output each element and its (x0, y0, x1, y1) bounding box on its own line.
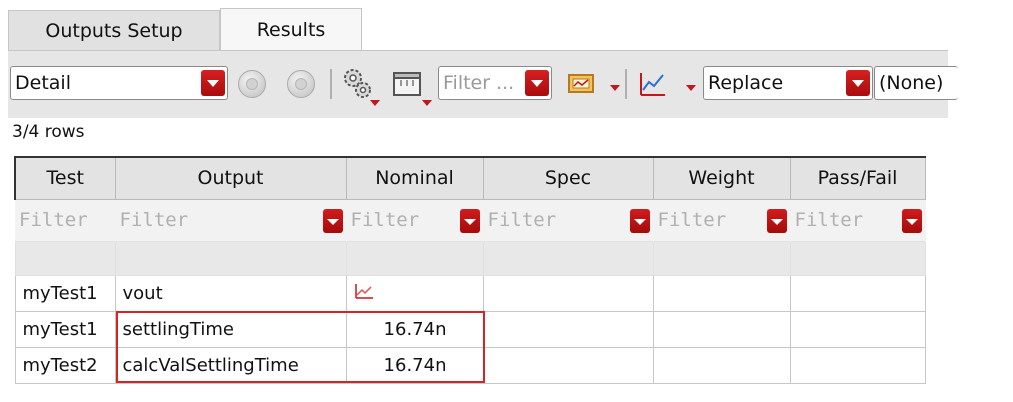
cell-weight[interactable] (652, 274, 791, 312)
chevron-down-icon[interactable] (766, 208, 787, 233)
filter-output-placeholder: Filter (119, 209, 189, 231)
chevron-down-icon[interactable] (201, 70, 225, 96)
table-row[interactable]: myTest1 vout (14, 274, 926, 312)
cell-nominal[interactable]: 16.74n (345, 310, 484, 348)
filter-spec[interactable]: Filter (483, 199, 654, 241)
filter-select[interactable]: Filter ... (438, 66, 552, 100)
table-layout-dropdown-arrow[interactable] (422, 100, 432, 106)
table-layout-icon[interactable] (388, 64, 432, 106)
filter-weight[interactable]: Filter (653, 199, 791, 241)
filter-nominal-placeholder: Filter (350, 209, 420, 231)
plot-mode-value: Replace (708, 72, 784, 94)
empty-cell (14, 240, 116, 276)
tab-results[interactable]: Results (220, 8, 362, 50)
column-header-output[interactable]: Output (114, 156, 347, 200)
chevron-down-icon[interactable] (525, 70, 549, 96)
results-window: Outputs Setup Results Detail Filter ... … (0, 0, 1013, 402)
cell-output[interactable]: vout (114, 274, 347, 312)
cell-spec[interactable] (482, 310, 654, 348)
column-header-spec[interactable]: Spec (482, 156, 654, 200)
empty-cell (652, 240, 791, 276)
cell-pass-fail[interactable] (789, 274, 926, 312)
plot-window-dropdown-arrow[interactable] (610, 85, 620, 91)
toolbar-separator (625, 69, 627, 99)
results-toolbar: Detail Filter ... Replace (None) (8, 50, 958, 118)
cell-weight[interactable] (652, 346, 791, 384)
table-header-row: Test Output Nominal Spec Weight Pass/Fai… (14, 156, 926, 200)
cell-output[interactable]: settlingTime (114, 310, 347, 348)
chevron-down-icon[interactable] (846, 70, 870, 96)
filter-select-placeholder: Filter ... (443, 72, 515, 94)
column-header-test[interactable]: Test (14, 156, 116, 200)
cell-pass-fail[interactable] (789, 310, 926, 348)
filter-output[interactable]: Filter (115, 199, 347, 241)
cell-test[interactable]: myTest2 (14, 346, 116, 384)
waveform-plot-icon[interactable] (632, 64, 672, 104)
tab-outputs-setup[interactable]: Outputs Setup (8, 10, 220, 50)
view-select[interactable]: Detail (10, 66, 228, 100)
filter-test[interactable]: Filter (15, 199, 116, 241)
cell-test[interactable]: myTest1 (14, 310, 116, 348)
column-header-weight[interactable]: Weight (652, 156, 791, 200)
empty-row (14, 240, 926, 276)
filter-row: Filter Filter Filter Filter Filter Filte… (15, 199, 926, 241)
history-select-value: (None) (879, 72, 944, 94)
empty-cell (482, 240, 654, 276)
cell-nominal[interactable]: 16.74n (345, 346, 484, 384)
forward-button[interactable] (287, 70, 315, 98)
waveform-icon[interactable] (354, 283, 374, 305)
gears-icon[interactable] (338, 64, 380, 106)
chevron-down-icon[interactable] (459, 208, 480, 233)
chevron-down-icon[interactable] (322, 208, 343, 233)
filter-nominal[interactable]: Filter (346, 199, 484, 241)
column-header-pass-fail[interactable]: Pass/Fail (789, 156, 926, 200)
row-count-status: 3/4 rows (12, 122, 85, 142)
filter-weight-placeholder: Filter (657, 209, 727, 231)
view-select-value: Detail (15, 72, 71, 94)
cell-nominal[interactable] (345, 274, 484, 312)
cell-pass-fail[interactable] (789, 346, 926, 384)
column-header-nominal[interactable]: Nominal (345, 156, 484, 200)
gears-dropdown-arrow[interactable] (370, 100, 380, 106)
results-table: Test Output Nominal Spec Weight Pass/Fai… (14, 156, 926, 385)
history-select[interactable]: (None) (874, 66, 958, 100)
back-button[interactable] (238, 70, 266, 98)
waveform-plot-dropdown-arrow[interactable] (686, 85, 696, 91)
filter-pass-fail-placeholder: Filter (794, 209, 864, 231)
filter-test-placeholder: Filter (19, 209, 88, 231)
cell-spec[interactable] (482, 346, 654, 384)
table-row[interactable]: myTest1 settlingTime 16.74n (14, 310, 926, 348)
cell-weight[interactable] (652, 310, 791, 348)
chevron-down-icon[interactable] (901, 208, 922, 233)
plot-window-icon[interactable] (561, 64, 601, 104)
cell-spec[interactable] (482, 274, 654, 312)
empty-cell (345, 240, 484, 276)
cell-output[interactable]: calcValSettlingTime (114, 346, 347, 384)
toolbar-separator (330, 69, 332, 99)
filter-spec-placeholder: Filter (487, 209, 557, 231)
plot-mode-select[interactable]: Replace (703, 66, 873, 100)
filter-pass-fail[interactable]: Filter (790, 199, 926, 241)
tab-bar: Outputs Setup Results (0, 0, 1013, 50)
table-row[interactable]: myTest2 calcValSettlingTime 16.74n (14, 346, 926, 384)
cell-test[interactable]: myTest1 (14, 274, 116, 312)
chevron-down-icon[interactable] (629, 208, 650, 233)
empty-cell (114, 240, 347, 276)
empty-cell (789, 240, 926, 276)
